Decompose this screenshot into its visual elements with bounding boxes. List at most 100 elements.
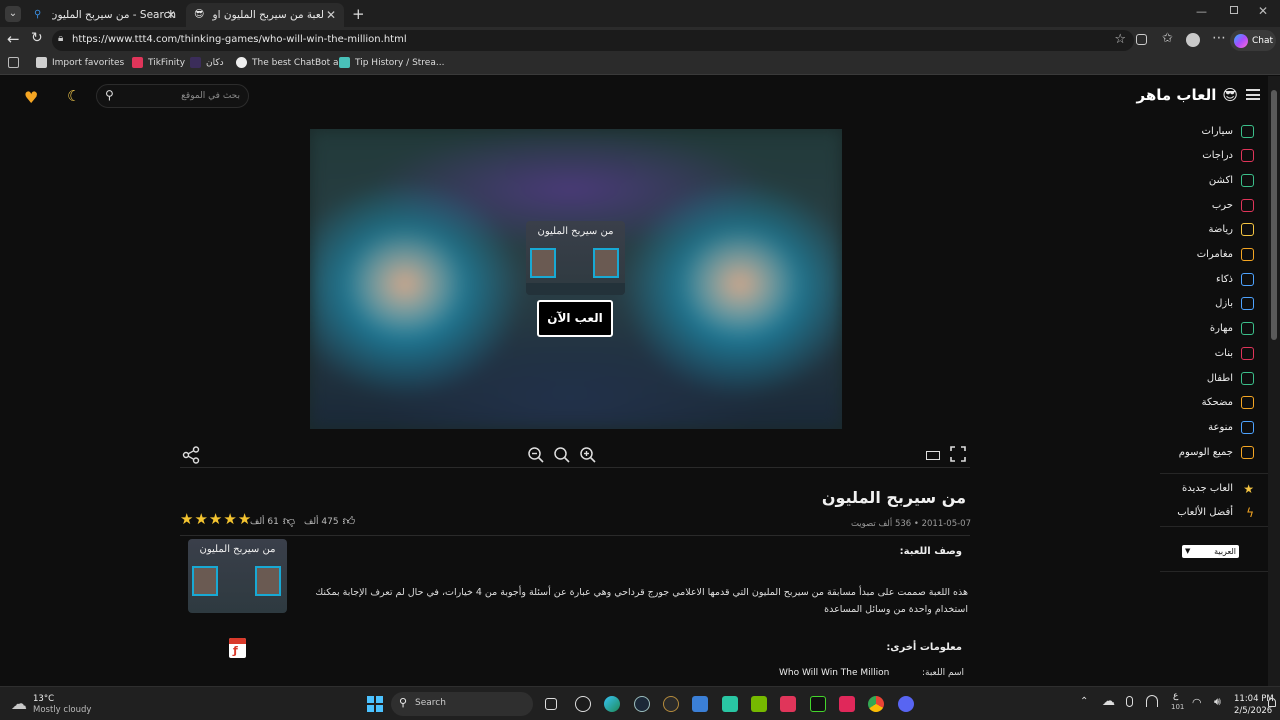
copilot-icon: [1234, 33, 1248, 48]
close-tab-icon[interactable]: ✕: [166, 8, 176, 22]
share-icon[interactable]: [182, 446, 200, 464]
discord-icon[interactable]: [898, 696, 914, 712]
sidebar-item-label: دراجات: [1202, 150, 1233, 162]
sidebar-item-category[interactable]: اطفال: [1207, 368, 1254, 388]
site-search-box[interactable]: ⚲ بحث في الموقع: [96, 84, 249, 108]
sidebar-item-category[interactable]: بازل: [1215, 294, 1254, 314]
address-bar: ← ↻ 🔒︎ https://www.ttt4.com/thinking-gam…: [0, 27, 1280, 54]
site-info-icon[interactable]: 🔒︎: [58, 33, 63, 44]
tikfinity-taskbar-icon[interactable]: [780, 696, 796, 712]
keyboard-language[interactable]: ع: [1173, 691, 1178, 701]
start-windows-icon[interactable]: [367, 696, 383, 712]
rating-star-icon[interactable]: ★: [194, 512, 207, 527]
bookmark-tikfinity[interactable]: TikFinity: [132, 57, 185, 68]
dislike-button[interactable]: 61 ألف 👎︎: [250, 514, 295, 529]
bookmark-chatbot[interactable]: The best ChatBot a...: [236, 57, 347, 68]
microphone-icon[interactable]: [1126, 696, 1133, 707]
copilot-chat-button[interactable]: Chat: [1230, 30, 1276, 51]
tiktok-icon[interactable]: [839, 696, 855, 712]
new-tab-icon[interactable]: +: [352, 5, 365, 23]
sidebar-item-label: اطفال: [1206, 372, 1233, 384]
back-icon[interactable]: ←: [7, 30, 20, 48]
steam-icon[interactable]: [634, 696, 650, 712]
game-meta: 2011-05-07 • 536 ألف تصويت: [850, 519, 971, 529]
sidebar-item-category[interactable]: جميع الوسوم: [1179, 442, 1254, 462]
favorites-icon[interactable]: ✩: [1162, 31, 1173, 46]
tab-game[interactable]: 😎 لعبة من سيربح المليون اون لاين - ال ✕: [186, 3, 344, 27]
sidebar-item-category[interactable]: حرب: [1212, 195, 1254, 215]
like-button[interactable]: 475 ألف 👍︎: [304, 514, 355, 529]
minimize-icon[interactable]: —: [1196, 5, 1207, 18]
extensions-icon[interactable]: [1136, 34, 1147, 45]
close-window-icon[interactable]: ✕: [1258, 4, 1268, 18]
theater-mode-icon[interactable]: [926, 451, 940, 460]
sidebar-item-category[interactable]: مغامرات: [1197, 245, 1254, 265]
rating-star-icon[interactable]: ★: [238, 512, 251, 527]
star-rating[interactable]: ★ ★ ★ ★ ★: [180, 512, 251, 527]
language-select[interactable]: العربية ▼: [1182, 545, 1239, 558]
scrollbar-thumb[interactable]: [1271, 90, 1277, 340]
rating-star-icon[interactable]: ★: [209, 512, 222, 527]
sidebar-item-new-games[interactable]: ★ العاب جديدة: [1182, 478, 1254, 498]
search-icon[interactable]: ⚲: [105, 88, 114, 102]
nvidia-icon[interactable]: [751, 696, 767, 712]
onedrive-cloud-icon[interactable]: ☁: [1102, 694, 1115, 709]
more-menu-icon[interactable]: ⋯: [1212, 30, 1226, 46]
sidebar-item-best-games[interactable]: ϟ أفضل الألعاب: [1177, 502, 1254, 522]
sidebar-item-category[interactable]: اكشن: [1209, 170, 1254, 190]
sidebar-item-category[interactable]: بنات: [1215, 343, 1254, 363]
rating-star-icon[interactable]: ★: [223, 512, 236, 527]
store-icon[interactable]: [692, 696, 708, 712]
tab-search[interactable]: ⚲ Search - من سيربح المليون ✕: [26, 3, 184, 27]
play-now-button[interactable]: العب الآن: [537, 300, 613, 337]
edge-icon[interactable]: [604, 696, 620, 712]
sidebar-item-category[interactable]: منوعة: [1208, 417, 1254, 437]
chrome-icon[interactable]: [868, 696, 884, 712]
fullscreen-icon[interactable]: [950, 446, 966, 462]
show-hidden-icons-chevron[interactable]: ⌃: [1080, 696, 1088, 707]
bookmark-tip-history[interactable]: Tip History / Strea...: [339, 57, 444, 68]
task-view-icon[interactable]: [545, 698, 557, 710]
close-tab-icon[interactable]: ✕: [326, 8, 336, 22]
sidebar-item-category[interactable]: ذكاء: [1216, 269, 1254, 289]
sidebar-item-category[interactable]: مضحكة: [1202, 393, 1254, 413]
sidebar-item-category[interactable]: دراجات: [1202, 146, 1254, 166]
toolbar-divider: [180, 467, 970, 468]
refresh-icon[interactable]: ↻: [31, 30, 43, 46]
razer-icon[interactable]: [810, 696, 826, 712]
bookmark-import-favorites[interactable]: Import favorites: [36, 57, 124, 68]
favorite-star-icon[interactable]: ☆: [1114, 32, 1126, 47]
hamburger-menu-icon[interactable]: [1246, 89, 1260, 100]
restore-icon[interactable]: [1230, 6, 1238, 14]
headset-icon[interactable]: [1146, 695, 1158, 707]
thumbnail-base: [526, 283, 625, 295]
bookmark-dukan[interactable]: دكان: [190, 57, 224, 68]
sidebar-item-category[interactable]: رياضة: [1208, 220, 1254, 240]
media-app-icon[interactable]: [663, 696, 679, 712]
keyboard-layout-code: 101: [1171, 703, 1185, 711]
game-preview[interactable]: من سيربح المليون العب الآن: [310, 129, 842, 429]
taskbar-search-box[interactable]: ⚲ Search: [391, 692, 533, 716]
bookmark-import[interactable]: [8, 57, 24, 68]
clock-date[interactable]: 2/5/2026: [1234, 706, 1272, 716]
sidebar-item-category[interactable]: سيارات: [1202, 121, 1254, 141]
profile-avatar[interactable]: [1186, 33, 1200, 47]
notification-bell-icon[interactable]: [1268, 698, 1276, 707]
tab-list-chevron-icon[interactable]: ⌄: [5, 6, 21, 22]
dark-mode-moon-icon[interactable]: ☾: [67, 87, 80, 105]
weather-condition: Mostly cloudy: [33, 705, 92, 715]
zoom-reset-icon[interactable]: [553, 446, 571, 464]
obs-icon[interactable]: [575, 696, 591, 712]
favorites-heart-icon[interactable]: ♥: [24, 88, 38, 107]
site-logo[interactable]: 😎 العاب ماهر: [1137, 86, 1238, 104]
taskbar-search-label: Search: [415, 698, 446, 708]
weather-cloud-icon[interactable]: ☁: [11, 694, 27, 713]
speaker-icon[interactable]: 🔊︎: [1214, 695, 1221, 709]
sidebar-item-category[interactable]: مهارة: [1210, 319, 1254, 339]
cube-app-icon[interactable]: [722, 696, 738, 712]
zoom-out-icon[interactable]: [527, 446, 545, 464]
rating-star-icon[interactable]: ★: [180, 512, 193, 527]
wifi-icon[interactable]: ◠: [1192, 696, 1202, 709]
zoom-in-icon[interactable]: [579, 446, 597, 464]
url-field[interactable]: 🔒︎ https://www.ttt4.com/thinking-games/w…: [52, 30, 1134, 51]
